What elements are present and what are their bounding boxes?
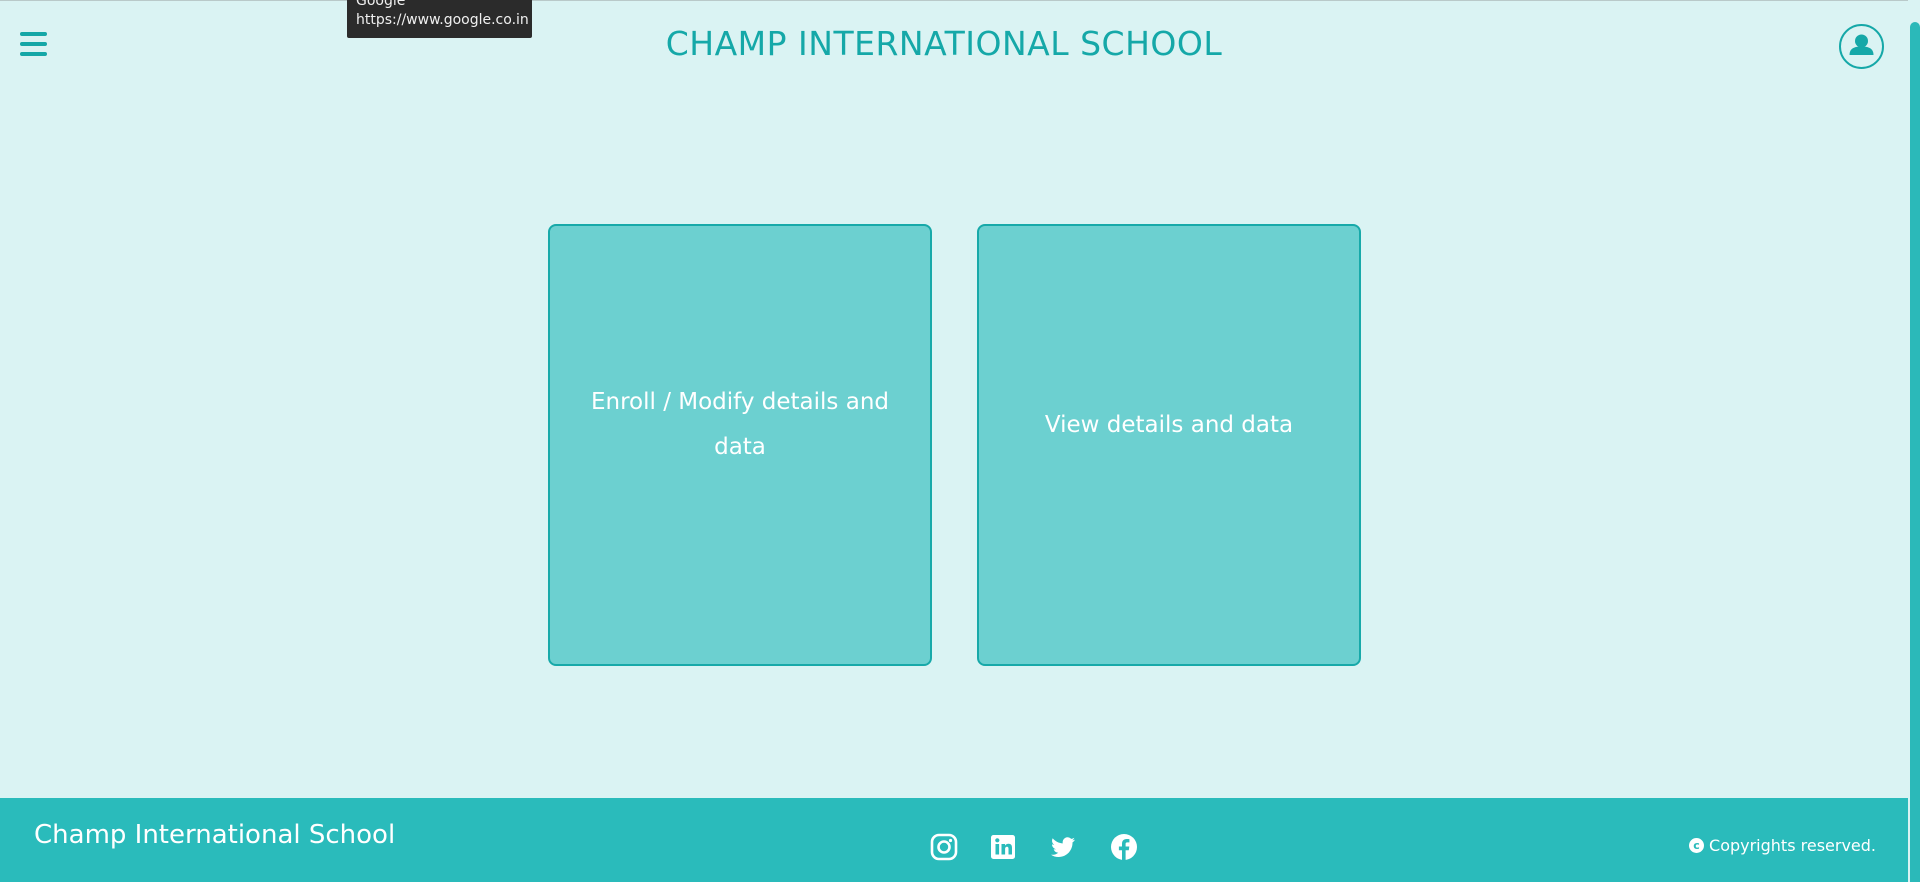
twitter-icon[interactable] [1048,832,1078,862]
view-details-label: View details and data [1044,411,1294,438]
footer-brand: Champ International School [34,820,396,850]
copyright-notice: c Copyrights reserved. [1689,836,1876,855]
enroll-modify-label: Enroll / Modify details and data [590,389,889,460]
scrollbar-thumb[interactable] [1910,22,1920,882]
copyright-text: Copyrights reserved. [1709,836,1876,855]
header: CHAMP INTERNATIONAL SCHOOL [0,0,1908,92]
copyright-icon: c [1689,838,1705,853]
footer: Champ International School c Copyrights … [0,798,1908,882]
enroll-modify-card[interactable]: Enroll / Modify details and data [548,224,932,666]
user-profile-icon[interactable] [1839,24,1884,69]
page-title: CHAMP INTERNATIONAL SCHOOL [665,24,1223,63]
instagram-icon[interactable] [929,832,959,862]
view-details-card[interactable]: View details and data [977,224,1361,666]
tooltip-title: Google [356,0,406,9]
scrollbar[interactable] [1908,0,1920,882]
facebook-icon[interactable] [1109,832,1139,862]
linkedin-icon[interactable] [988,832,1018,862]
link-tooltip: Google https://www.google.co.in [347,0,532,38]
tooltip-url: https://www.google.co.in [356,12,529,28]
